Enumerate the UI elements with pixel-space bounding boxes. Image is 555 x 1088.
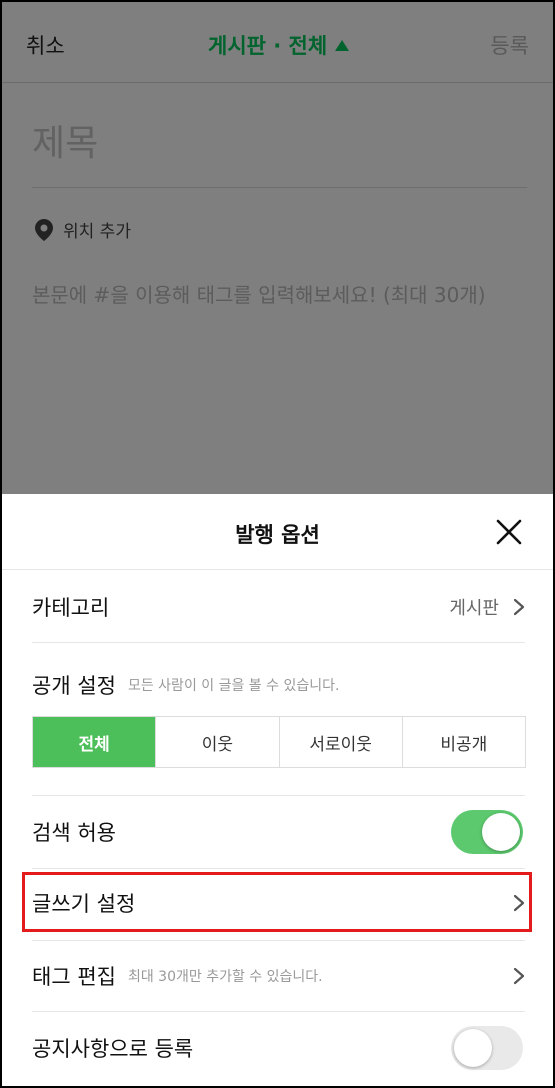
dim-overlay[interactable] bbox=[2, 2, 553, 494]
sheet-header: 발행 옵션 bbox=[2, 494, 553, 570]
notice-toggle[interactable] bbox=[451, 1026, 523, 1070]
tag-edit-description: 최대 30개만 추가할 수 있습니다. bbox=[127, 969, 323, 985]
screen: 취소 게시판 · 전체 등록 제목 위치 추가 본문에 #을 이용해 태그를 입… bbox=[0, 0, 555, 1088]
divider bbox=[32, 795, 525, 796]
visibility-option-private[interactable]: 비공개 bbox=[401, 717, 525, 767]
divider bbox=[32, 642, 525, 643]
tag-edit-row[interactable]: 태그 편집 최대 30개만 추가할 수 있습니다. bbox=[32, 955, 525, 997]
visibility-row: 공개 설정 모든 사람이 이 글을 볼 수 있습니다. bbox=[32, 668, 525, 702]
notice-label: 공지사항으로 등록 bbox=[32, 1037, 194, 1061]
divider bbox=[32, 1011, 525, 1012]
chevron-right-icon bbox=[513, 967, 525, 985]
tag-edit-label: 태그 편집 bbox=[32, 965, 116, 989]
visibility-description: 모든 사람이 이 글을 볼 수 있습니다. bbox=[127, 678, 340, 694]
search-allow-toggle[interactable] bbox=[451, 810, 523, 854]
toggle-knob bbox=[482, 813, 520, 851]
search-allow-label: 검색 허용 bbox=[32, 821, 116, 845]
publish-options-sheet: 발행 옵션 카테고리 게시판 공개 설정 모든 사람이 이 글을 볼 수 있습니… bbox=[2, 494, 553, 1086]
visibility-option-all[interactable]: 전체 bbox=[33, 717, 156, 767]
divider bbox=[32, 868, 525, 869]
category-row[interactable]: 카테고리 게시판 bbox=[32, 586, 525, 628]
visibility-option-mutual[interactable]: 서로이웃 bbox=[278, 717, 402, 767]
category-label: 카테고리 bbox=[32, 596, 110, 620]
close-icon[interactable] bbox=[495, 518, 523, 546]
toggle-knob bbox=[454, 1029, 492, 1067]
visibility-option-neighbors[interactable]: 이웃 bbox=[155, 717, 279, 767]
sheet-title: 발행 옵션 bbox=[235, 523, 320, 547]
highlight-box bbox=[22, 872, 532, 932]
visibility-segmented-control: 전체 이웃 서로이웃 비공개 bbox=[32, 716, 526, 768]
category-value: 게시판 bbox=[449, 598, 499, 619]
divider bbox=[32, 940, 525, 941]
chevron-right-icon bbox=[513, 598, 525, 616]
visibility-label: 공개 설정 bbox=[32, 674, 116, 698]
